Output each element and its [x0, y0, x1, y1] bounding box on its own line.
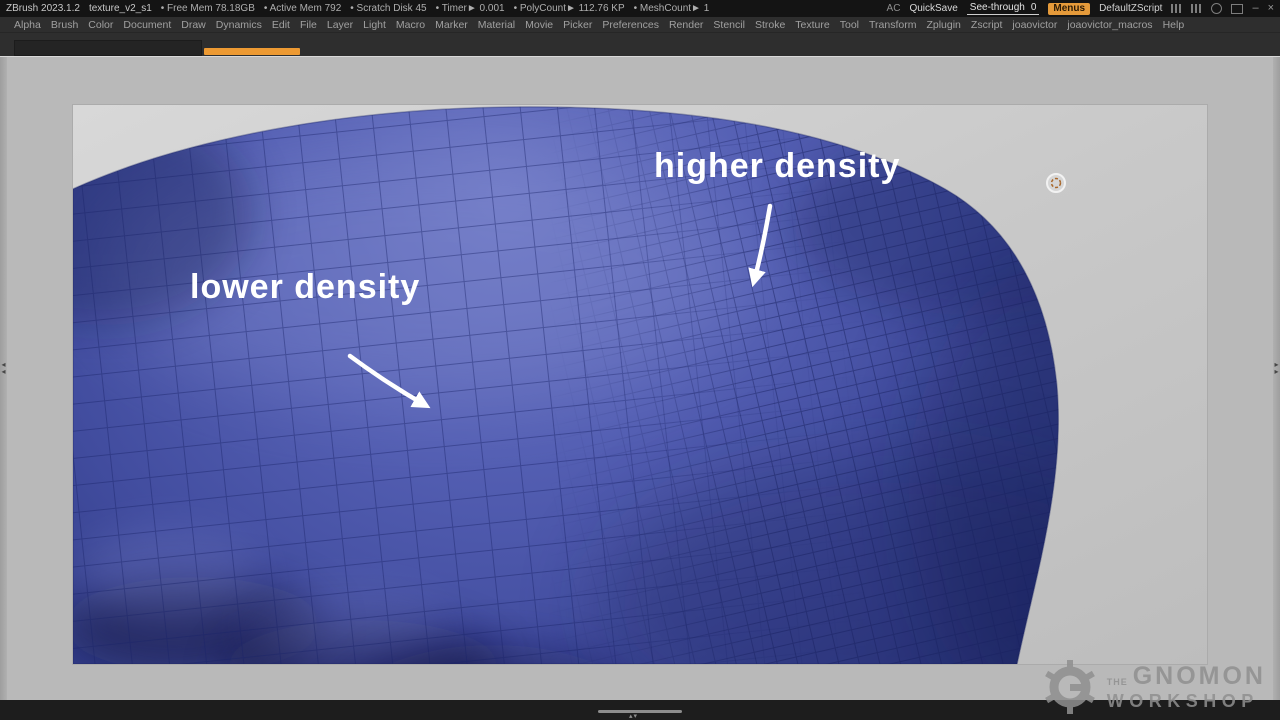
collapsed-palette-slot[interactable]	[14, 40, 202, 56]
menu-file[interactable]: File	[300, 19, 317, 31]
menu-zscript[interactable]: Zscript	[971, 19, 1003, 31]
menu-material[interactable]: Material	[478, 19, 515, 31]
menu-transform[interactable]: Transform	[869, 19, 916, 31]
menu-stroke[interactable]: Stroke	[755, 19, 785, 31]
menu-zplugin[interactable]: Zplugin	[926, 19, 960, 31]
menu-marker[interactable]: Marker	[435, 19, 468, 31]
zbrush-window: ZBrush 2023.1.2 texture_v2_s1 • Free Mem…	[0, 0, 1280, 720]
toolbar-strip	[0, 33, 1280, 56]
ui-divider-icon[interactable]	[1191, 4, 1202, 13]
default-zscript-button[interactable]: DefaultZScript	[1099, 3, 1162, 14]
menu-layer[interactable]: Layer	[327, 19, 353, 31]
menu-joaovictor-macros[interactable]: joaovictor_macros	[1067, 19, 1152, 31]
left-tray-toggle-icon[interactable]: ◂ ◂	[0, 361, 7, 375]
quicksave-button[interactable]: QuickSave	[909, 3, 957, 14]
menu-preferences[interactable]: Preferences	[602, 19, 659, 31]
chevron-left-icon: ◂	[1, 368, 5, 375]
active-tool-highlight[interactable]	[204, 48, 300, 55]
menus-button[interactable]: Menus	[1048, 3, 1090, 15]
menu-draw[interactable]: Draw	[181, 19, 206, 31]
menu-render[interactable]: Render	[669, 19, 703, 31]
menu-texture[interactable]: Texture	[795, 19, 829, 31]
menu-joaovictor[interactable]: joaovictor	[1012, 19, 1057, 31]
left-tray-edge	[0, 57, 7, 700]
right-tray-edge	[1273, 57, 1280, 700]
sculpt-document[interactable]: higher density lower density	[73, 105, 1207, 664]
menu-document[interactable]: Document	[123, 19, 171, 31]
bottom-bar: ▴▾	[0, 700, 1280, 720]
see-through-value: 0	[1031, 2, 1037, 13]
close-icon[interactable]: ×	[1268, 3, 1274, 14]
menu-edit[interactable]: Edit	[272, 19, 290, 31]
menu-light[interactable]: Light	[363, 19, 386, 31]
app-title: ZBrush 2023.1.2	[6, 3, 80, 14]
menu-help[interactable]: Help	[1163, 19, 1185, 31]
scrollbar-arrows[interactable]: ▴▾	[629, 712, 638, 720]
stat-scratch-disk: • Scratch Disk 45	[350, 3, 426, 14]
document-name: texture_v2_s1	[89, 3, 152, 14]
sculpt-viewport-svg[interactable]	[73, 105, 1207, 664]
menu-tool[interactable]: Tool	[840, 19, 859, 31]
menu-macro[interactable]: Macro	[396, 19, 425, 31]
canvas-area[interactable]: ◂ ◂ ▸ ▸	[0, 56, 1280, 700]
minimize-icon[interactable]: –	[1252, 3, 1258, 14]
stat-active-mem: • Active Mem 792	[264, 3, 341, 14]
stat-meshcount: • MeshCount► 1	[634, 3, 710, 14]
stat-timer: • Timer► 0.001	[436, 3, 505, 14]
horizontal-scrollbar[interactable]	[598, 710, 682, 713]
see-through-label: See-through	[970, 2, 1025, 13]
menu-bar: Alpha Brush Color Document Draw Dynamics…	[0, 17, 1280, 33]
ac-indicator: AC	[887, 3, 901, 14]
menu-dynamics[interactable]: Dynamics	[216, 19, 262, 31]
scroll-down-icon: ▾	[634, 713, 639, 720]
title-bar: ZBrush 2023.1.2 texture_v2_s1 • Free Mem…	[0, 0, 1280, 17]
lower-density-label: lower density	[190, 270, 420, 304]
menu-alpha[interactable]: Alpha	[14, 19, 41, 31]
right-tray-toggle-icon[interactable]: ▸ ▸	[1273, 361, 1280, 375]
menu-movie[interactable]: Movie	[525, 19, 553, 31]
see-through-slider[interactable]: See-through 0	[967, 2, 1040, 15]
stat-free-mem: • Free Mem 78.18GB	[161, 3, 255, 14]
menu-color[interactable]: Color	[88, 19, 113, 31]
menu-brush[interactable]: Brush	[51, 19, 78, 31]
menu-stencil[interactable]: Stencil	[713, 19, 745, 31]
maximize-icon[interactable]	[1231, 4, 1243, 14]
menu-picker[interactable]: Picker	[563, 19, 592, 31]
ui-layout-icon[interactable]	[1171, 4, 1182, 13]
chevron-right-icon: ▸	[1274, 368, 1278, 375]
title-bar-right: AC QuickSave See-through 0 Menus Default…	[887, 2, 1280, 15]
rotate-cursor-icon	[1047, 174, 1065, 192]
stat-polycount: • PolyCount► 112.76 KP	[514, 3, 625, 14]
higher-density-label: higher density	[654, 149, 900, 183]
title-bar-left: ZBrush 2023.1.2 texture_v2_s1 • Free Mem…	[0, 3, 709, 14]
color-profile-icon[interactable]	[1211, 3, 1222, 14]
